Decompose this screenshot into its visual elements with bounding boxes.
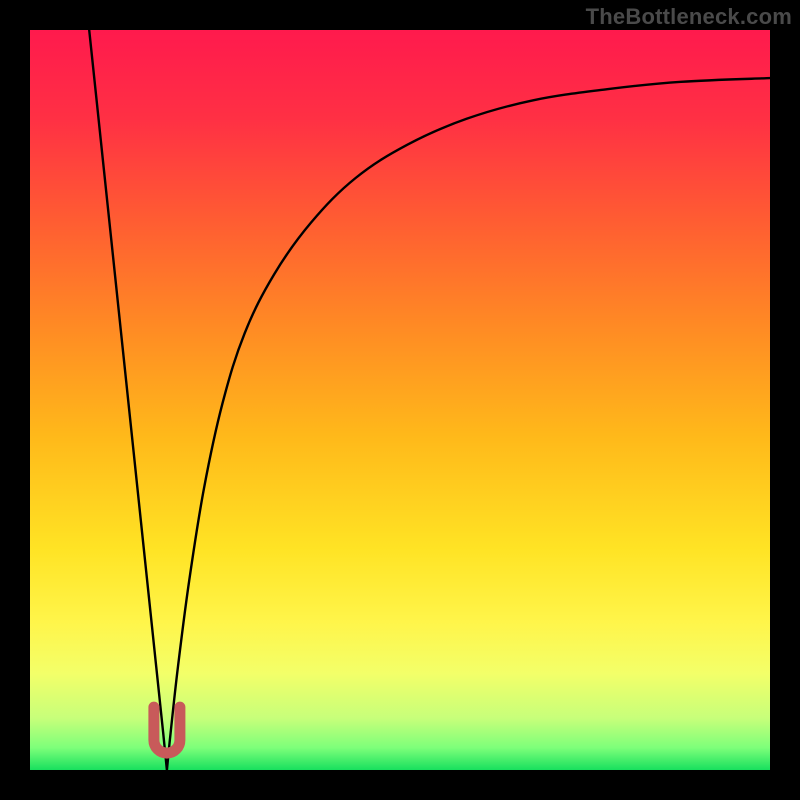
watermark-text: TheBottleneck.com	[586, 4, 792, 30]
chart-frame: TheBottleneck.com	[0, 0, 800, 800]
gradient-background	[30, 30, 770, 770]
plot-area	[30, 30, 770, 770]
plot-svg	[30, 30, 770, 770]
